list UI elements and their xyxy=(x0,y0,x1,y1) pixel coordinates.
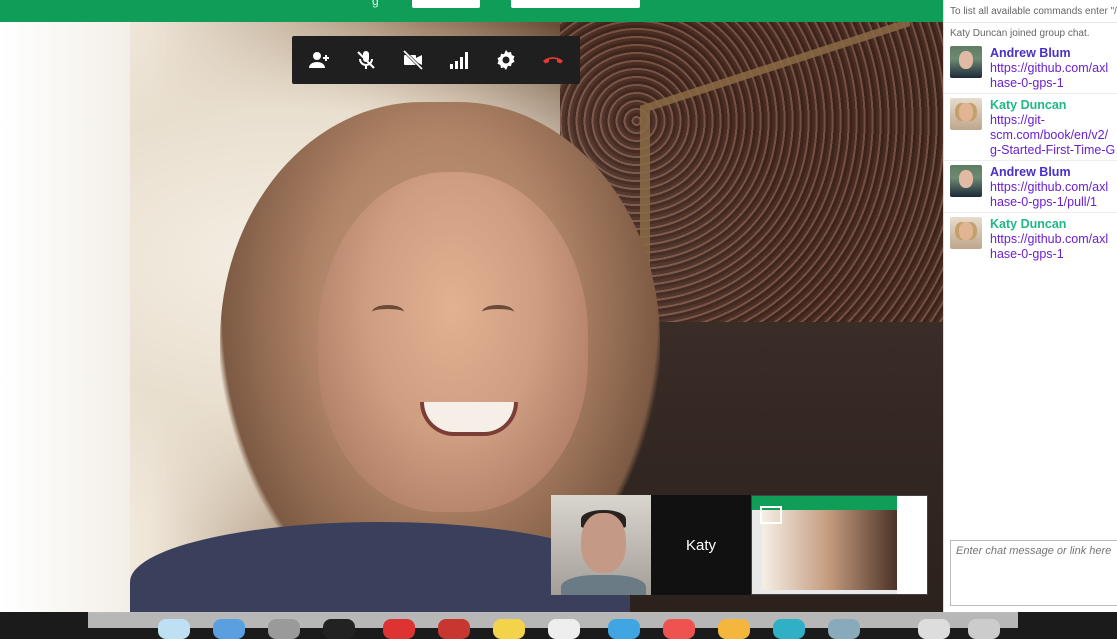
avatar xyxy=(950,98,982,130)
message-link[interactable]: scm.com/book/en/v2/ xyxy=(990,128,1115,143)
chat-input-box[interactable] xyxy=(950,540,1117,606)
participant-thumbnail-katy[interactable]: Katy xyxy=(651,495,751,595)
avatar xyxy=(950,217,982,249)
participant-face xyxy=(318,172,588,512)
avatar xyxy=(950,165,982,197)
message-link[interactable]: https://github.com/axl xyxy=(990,232,1108,247)
top-bar-field[interactable] xyxy=(511,0,640,8)
dock-app-icon[interactable] xyxy=(663,619,695,639)
dock-app-icon[interactable] xyxy=(828,619,860,639)
chat-message: Katy Duncan https://github.com/axl hase-… xyxy=(944,213,1117,264)
screen-share-chat-panel xyxy=(897,496,927,594)
macos-dock xyxy=(88,612,1018,639)
chat-system-line: To list all available commands enter "/?… xyxy=(944,0,1117,23)
mute-microphone-button[interactable] xyxy=(346,40,386,80)
message-sender: Andrew Blum xyxy=(990,165,1071,179)
thumbnail-face xyxy=(581,513,626,573)
message-link[interactable]: hase-0-gps-1/pull/1 xyxy=(990,195,1108,210)
dock-app-icon[interactable] xyxy=(323,619,355,639)
chat-message: Andrew Blum https://github.com/axl hase-… xyxy=(944,161,1117,213)
participant-eye-right xyxy=(482,305,514,319)
message-sender: Katy Duncan xyxy=(990,217,1067,231)
dock-app-icon[interactable] xyxy=(968,619,1000,639)
dock-app-icon[interactable] xyxy=(438,619,470,639)
chat-message: Katy Duncan https://git- scm.com/book/en… xyxy=(944,94,1117,161)
group-chat-panel: To list all available commands enter "/?… xyxy=(943,0,1117,612)
message-link[interactable]: https://git- xyxy=(990,113,1115,128)
participant-thumbnails: Katy xyxy=(551,495,928,595)
dock-app-icon[interactable] xyxy=(158,619,190,639)
screen-share-thumbnail[interactable] xyxy=(751,495,928,595)
dock-app-icon[interactable] xyxy=(493,619,525,639)
signal-bars-icon xyxy=(450,52,469,69)
message-link[interactable]: https://github.com/axl xyxy=(990,61,1108,76)
chat-system-line: Katy Duncan joined group chat. xyxy=(950,28,1090,39)
chat-message-input[interactable] xyxy=(951,542,1117,560)
invite-people-button[interactable] xyxy=(299,40,339,80)
screen-share-selection xyxy=(760,506,782,524)
gear-icon xyxy=(497,50,515,70)
phone-hangup-icon xyxy=(542,57,563,64)
screen-share-video xyxy=(762,510,897,590)
person-add-icon xyxy=(309,52,330,68)
message-link[interactable]: g-Started-First-Time-G xyxy=(990,143,1115,158)
message-link[interactable]: hase-0-gps-1 xyxy=(990,247,1108,262)
hang-up-button[interactable] xyxy=(533,40,573,80)
settings-button[interactable] xyxy=(486,40,526,80)
videocam-off-icon xyxy=(402,49,423,71)
top-bar-button[interactable] xyxy=(412,0,480,8)
message-link[interactable]: hase-0-gps-1 xyxy=(990,76,1108,91)
top-bar-text: g xyxy=(372,0,379,8)
dock-app-icon[interactable] xyxy=(383,619,415,639)
participant-name-label: Katy xyxy=(685,536,716,554)
participant-thumbnail-andrew[interactable] xyxy=(551,495,651,595)
dock-app-icon[interactable] xyxy=(268,619,300,639)
message-sender: Andrew Blum xyxy=(990,46,1071,60)
bandwidth-settings-button[interactable] xyxy=(439,40,479,80)
dock-app-icon[interactable] xyxy=(548,619,580,639)
turn-off-camera-button[interactable] xyxy=(393,40,433,80)
avatar xyxy=(950,46,982,78)
hangout-top-bar: g xyxy=(0,0,943,22)
dock-app-icon[interactable] xyxy=(608,619,640,639)
chat-message: Andrew Blum https://github.com/axl hase-… xyxy=(944,42,1117,94)
dock-app-icon[interactable] xyxy=(718,619,750,639)
message-link[interactable]: https://github.com/axl xyxy=(990,180,1108,195)
participant-eye-left xyxy=(372,305,404,319)
mic-off-icon xyxy=(357,51,375,69)
dock-app-icon[interactable] xyxy=(773,619,805,639)
video-background-wall xyxy=(0,22,130,612)
dock-app-icon[interactable] xyxy=(918,619,950,639)
thumbnail-body xyxy=(561,575,646,595)
dock-app-icon[interactable] xyxy=(213,619,245,639)
message-sender: Katy Duncan xyxy=(990,98,1067,112)
call-controls-toolbar xyxy=(292,36,580,84)
